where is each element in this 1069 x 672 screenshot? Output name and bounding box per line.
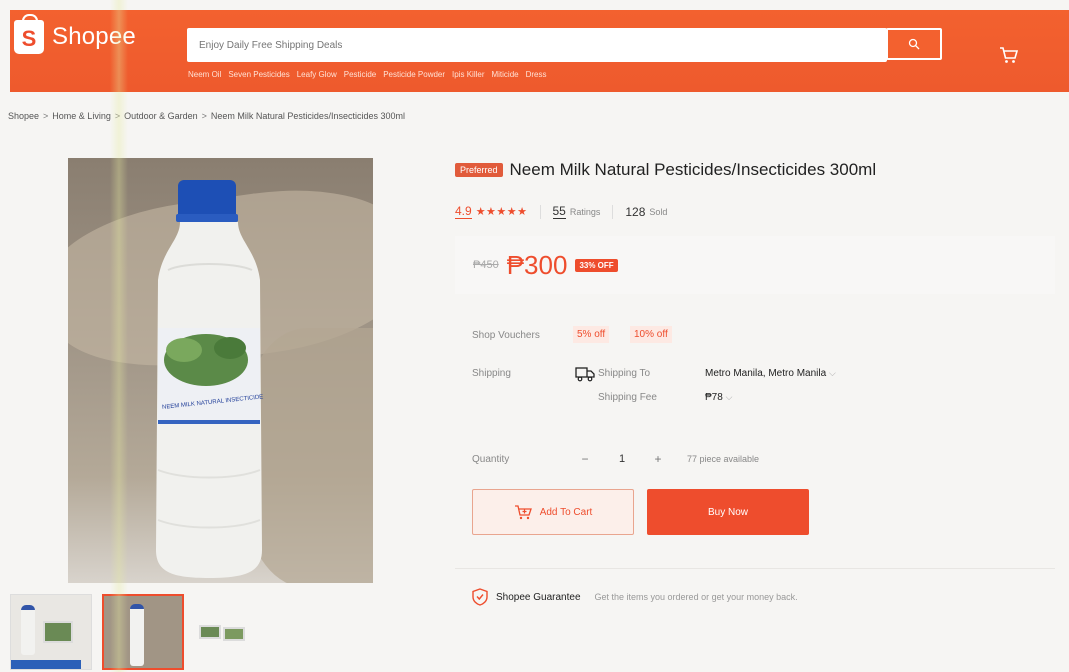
suggestion-link[interactable]: Seven Pesticides — [228, 70, 289, 79]
product-info: Preferred Neem Milk Natural Pesticides/I… — [455, 160, 1055, 606]
suggestion-link[interactable]: Dress — [526, 70, 547, 79]
product-main-image[interactable]: NEEM MILK NATURAL INSECTICIDE — [68, 158, 373, 583]
shopee-bag-icon: S — [14, 14, 44, 54]
buy-now-label: Buy Now — [707, 506, 748, 518]
shield-icon — [472, 588, 488, 606]
discount-badge: 33% OFF — [575, 258, 618, 272]
product-stats: 4.9 ★★★★★ 55 Ratings 128 Sold — [455, 204, 667, 219]
cart-icon[interactable] — [998, 44, 1020, 66]
breadcrumb-link[interactable]: Home & Living — [52, 111, 111, 121]
rating-value[interactable]: 4.9 — [455, 204, 472, 219]
divider — [455, 568, 1055, 569]
leaf-thumb — [223, 627, 245, 641]
chevron-down-icon: ⌵ — [828, 368, 836, 378]
price-section: ₱450 ₱300 33% OFF — [455, 236, 1055, 294]
star-rating-icon: ★★★★★ — [475, 206, 528, 218]
breadcrumb-separator-icon: > — [43, 111, 49, 121]
preferred-badge: Preferred — [455, 163, 503, 177]
suggestion-link[interactable]: Pesticide Powder — [383, 70, 445, 79]
quantity-input[interactable]: 1 — [615, 450, 629, 468]
bottle-thumb — [130, 604, 144, 666]
bottle-image: NEEM MILK NATURAL INSECTICIDE — [156, 180, 264, 578]
buy-now-button[interactable]: Buy Now — [647, 489, 809, 535]
breadcrumb-separator-icon: > — [114, 111, 121, 121]
quantity-increase-button[interactable]: + — [648, 450, 668, 468]
leaf-thumb — [199, 625, 221, 639]
guarantee-text: Get the items you ordered or get your mo… — [594, 592, 798, 602]
sold-label: Sold — [649, 206, 668, 217]
add-cart-icon — [514, 505, 532, 520]
suggestion-link[interactable]: Leafy Glow — [297, 70, 337, 79]
title-row: Preferred Neem Milk Natural Pesticides/I… — [455, 160, 1055, 180]
shipping-to-selector[interactable]: Metro Manila, Metro Manila ⌵ — [705, 368, 836, 379]
leaf-thumb — [43, 621, 73, 643]
top-header: S Shopee Neem Oil Seven Pesticides Leafy… — [10, 10, 1069, 92]
search-button[interactable] — [886, 28, 942, 60]
search-bar — [187, 28, 887, 62]
suggestion-link[interactable]: Pesticide — [344, 70, 376, 79]
suggestion-link[interactable]: Ipis Killer — [452, 70, 484, 79]
breadcrumb-link[interactable]: Outdoor & Garden — [124, 111, 198, 121]
thumbnail-2[interactable] — [102, 594, 184, 670]
thumbnail-3[interactable] — [194, 594, 276, 670]
sold-count: 128 — [625, 204, 646, 219]
background-fabric — [248, 328, 373, 583]
stock-available: 77 piece available — [687, 454, 760, 464]
bottle-thumb — [21, 605, 35, 655]
ratings-label: Ratings — [569, 206, 601, 217]
breadcrumb-separator-icon: > — [201, 111, 207, 121]
logo-text: Shopee — [52, 23, 136, 50]
breadcrumb: Shopee > Home & Living > Outdoor & Garden >… — [8, 111, 405, 121]
add-to-cart-button[interactable]: Add To Cart — [472, 489, 634, 535]
breadcrumb-link[interactable]: Shopee — [8, 111, 39, 121]
product-title: Neem Milk Natural Pesticides/Insecticide… — [509, 160, 877, 179]
shipping-to-value: Metro Manila, Metro Manila — [705, 368, 827, 379]
search-suggestions: Neem Oil Seven Pesticides Leafy Glow Pes… — [188, 70, 547, 79]
search-input[interactable] — [187, 28, 887, 62]
guarantee-title: Shopee Guarantee — [496, 591, 581, 603]
voucher-tag[interactable]: 10% off — [630, 326, 672, 343]
shipping-fee-value: ₱78 — [705, 392, 723, 403]
shopee-logo[interactable]: S Shopee — [14, 14, 136, 54]
original-price: ₱450 — [473, 259, 499, 271]
chevron-down-icon: ⌵ — [725, 392, 733, 402]
add-to-cart-label: Add To Cart — [539, 506, 593, 518]
shopee-guarantee[interactable]: Shopee Guarantee Get the items you order… — [472, 588, 798, 606]
thumbnail-1[interactable] — [10, 594, 92, 670]
shipping-label: Shipping — [472, 368, 511, 379]
search-icon — [908, 38, 920, 50]
divider — [612, 204, 614, 219]
ratings-count[interactable]: 55 — [552, 204, 566, 219]
voucher-tag[interactable]: 5% off — [573, 326, 610, 343]
divider — [539, 204, 541, 219]
quantity-decrease-button[interactable]: − — [575, 450, 595, 468]
sale-price: ₱300 — [506, 249, 568, 280]
shipping-fee-label: Shipping Fee — [598, 392, 657, 403]
thumbnail-strip — [10, 594, 276, 670]
vouchers-label: Shop Vouchers — [472, 330, 540, 341]
breadcrumb-current: Neem Milk Natural Pesticides/Insecticide… — [210, 111, 405, 121]
quantity-label: Quantity — [472, 454, 510, 465]
shipping-fee-selector[interactable]: ₱78 ⌵ — [705, 392, 732, 403]
suggestion-link[interactable]: Miticide — [491, 70, 518, 79]
truck-icon — [575, 367, 595, 382]
thumb-badge — [11, 660, 81, 669]
suggestion-link[interactable]: Neem Oil — [188, 70, 221, 79]
shipping-to-label: Shipping To — [598, 368, 651, 379]
